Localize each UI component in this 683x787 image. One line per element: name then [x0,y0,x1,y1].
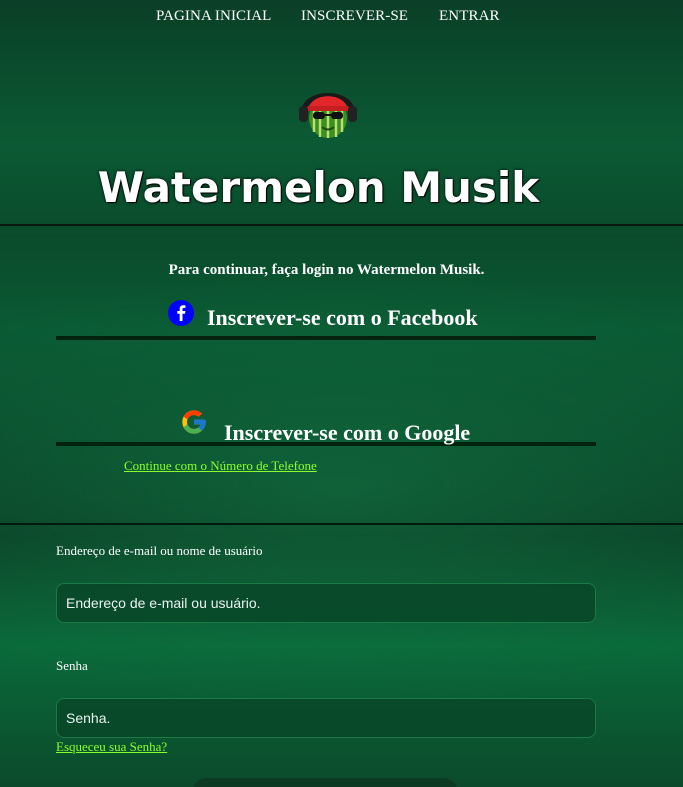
facebook-signup-button[interactable]: Inscrever-se com o Facebook [56,300,596,340]
top-nav: PAGINA INICIAL INSCREVER-SE ENTRAR [0,8,683,28]
login-prompt: Para continuar, faça login no Watermelon… [168,262,485,278]
password-label: Senha [56,658,88,673]
email-field[interactable] [56,583,596,623]
facebook-icon [168,300,194,326]
login-submit-button[interactable]: Entrar [192,778,458,787]
email-label: Endereço de e-mail ou nome de usuário [56,543,263,558]
google-icon [180,408,208,436]
google-signup-button[interactable]: Inscrever-se com o Google [56,406,596,446]
phone-number-link[interactable]: Continue com o Número de Telefone [124,458,317,474]
nav-link-login[interactable]: ENTRAR [439,8,500,25]
forgot-password-link[interactable]: Esqueceu sua Senha? [56,739,167,755]
google-signup-label: Inscrever-se com o Google [224,420,471,445]
watermelon-headphones-icon [298,82,358,140]
brand-title: Watermelon Musik [97,163,540,212]
facebook-signup-label: Inscrever-se com o Facebook [207,305,478,330]
password-field[interactable] [56,698,596,738]
divider [0,224,683,226]
nav-link-signup[interactable]: INSCREVER-SE [301,8,408,25]
nav-link-home[interactable]: PAGINA INICIAL [156,8,271,25]
divider [0,523,683,525]
